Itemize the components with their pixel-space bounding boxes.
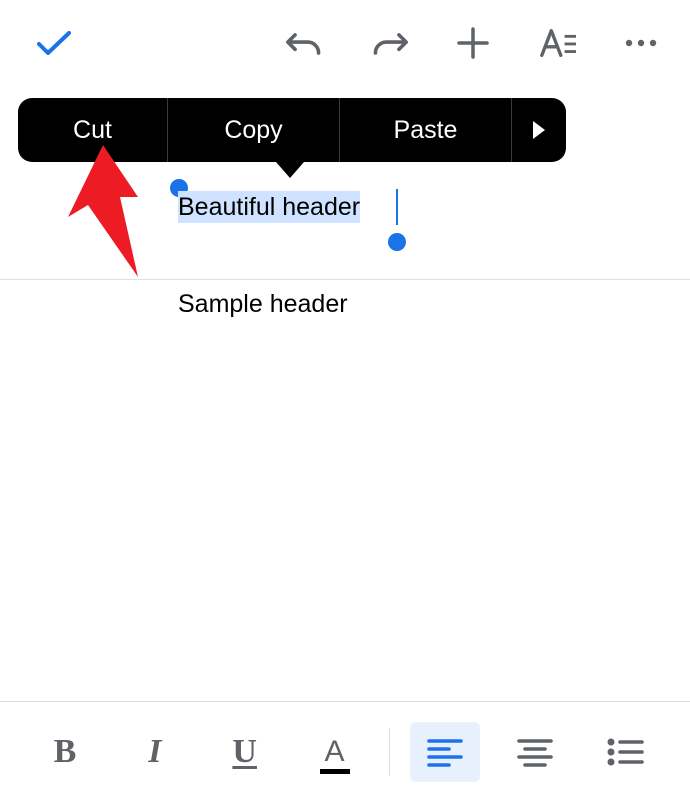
more-menu-icon[interactable] xyxy=(622,24,660,62)
text-context-menu: Cut Copy Paste xyxy=(18,98,566,162)
underline-button[interactable]: U xyxy=(210,722,280,782)
document-canvas[interactable]: Beautiful header Sample header xyxy=(0,85,690,701)
page-header-area: Beautiful header xyxy=(0,173,690,280)
text-format-icon[interactable] xyxy=(538,24,576,62)
redo-icon[interactable] xyxy=(370,24,408,62)
done-checkmark-icon[interactable] xyxy=(35,24,73,62)
selected-header-text[interactable]: Beautiful header xyxy=(178,191,360,223)
bold-button[interactable]: B xyxy=(30,722,100,782)
context-menu-more-icon[interactable] xyxy=(512,98,566,162)
top-toolbar xyxy=(0,0,690,85)
toolbar-divider xyxy=(389,728,390,776)
align-left-button[interactable] xyxy=(410,722,480,782)
align-center-button[interactable] xyxy=(500,722,570,782)
add-icon[interactable] xyxy=(454,24,492,62)
italic-button[interactable]: I xyxy=(120,722,190,782)
cut-button[interactable]: Cut xyxy=(18,98,168,162)
document-body-text[interactable]: Sample header xyxy=(178,290,348,319)
format-toolbar: B I U A xyxy=(0,701,690,801)
undo-icon[interactable] xyxy=(286,24,324,62)
paste-button[interactable]: Paste xyxy=(340,98,512,162)
bulleted-list-button[interactable] xyxy=(590,722,660,782)
text-color-button[interactable]: A xyxy=(300,722,370,782)
copy-button[interactable]: Copy xyxy=(168,98,340,162)
top-right-actions xyxy=(286,24,660,62)
context-menu-tail xyxy=(276,162,304,178)
